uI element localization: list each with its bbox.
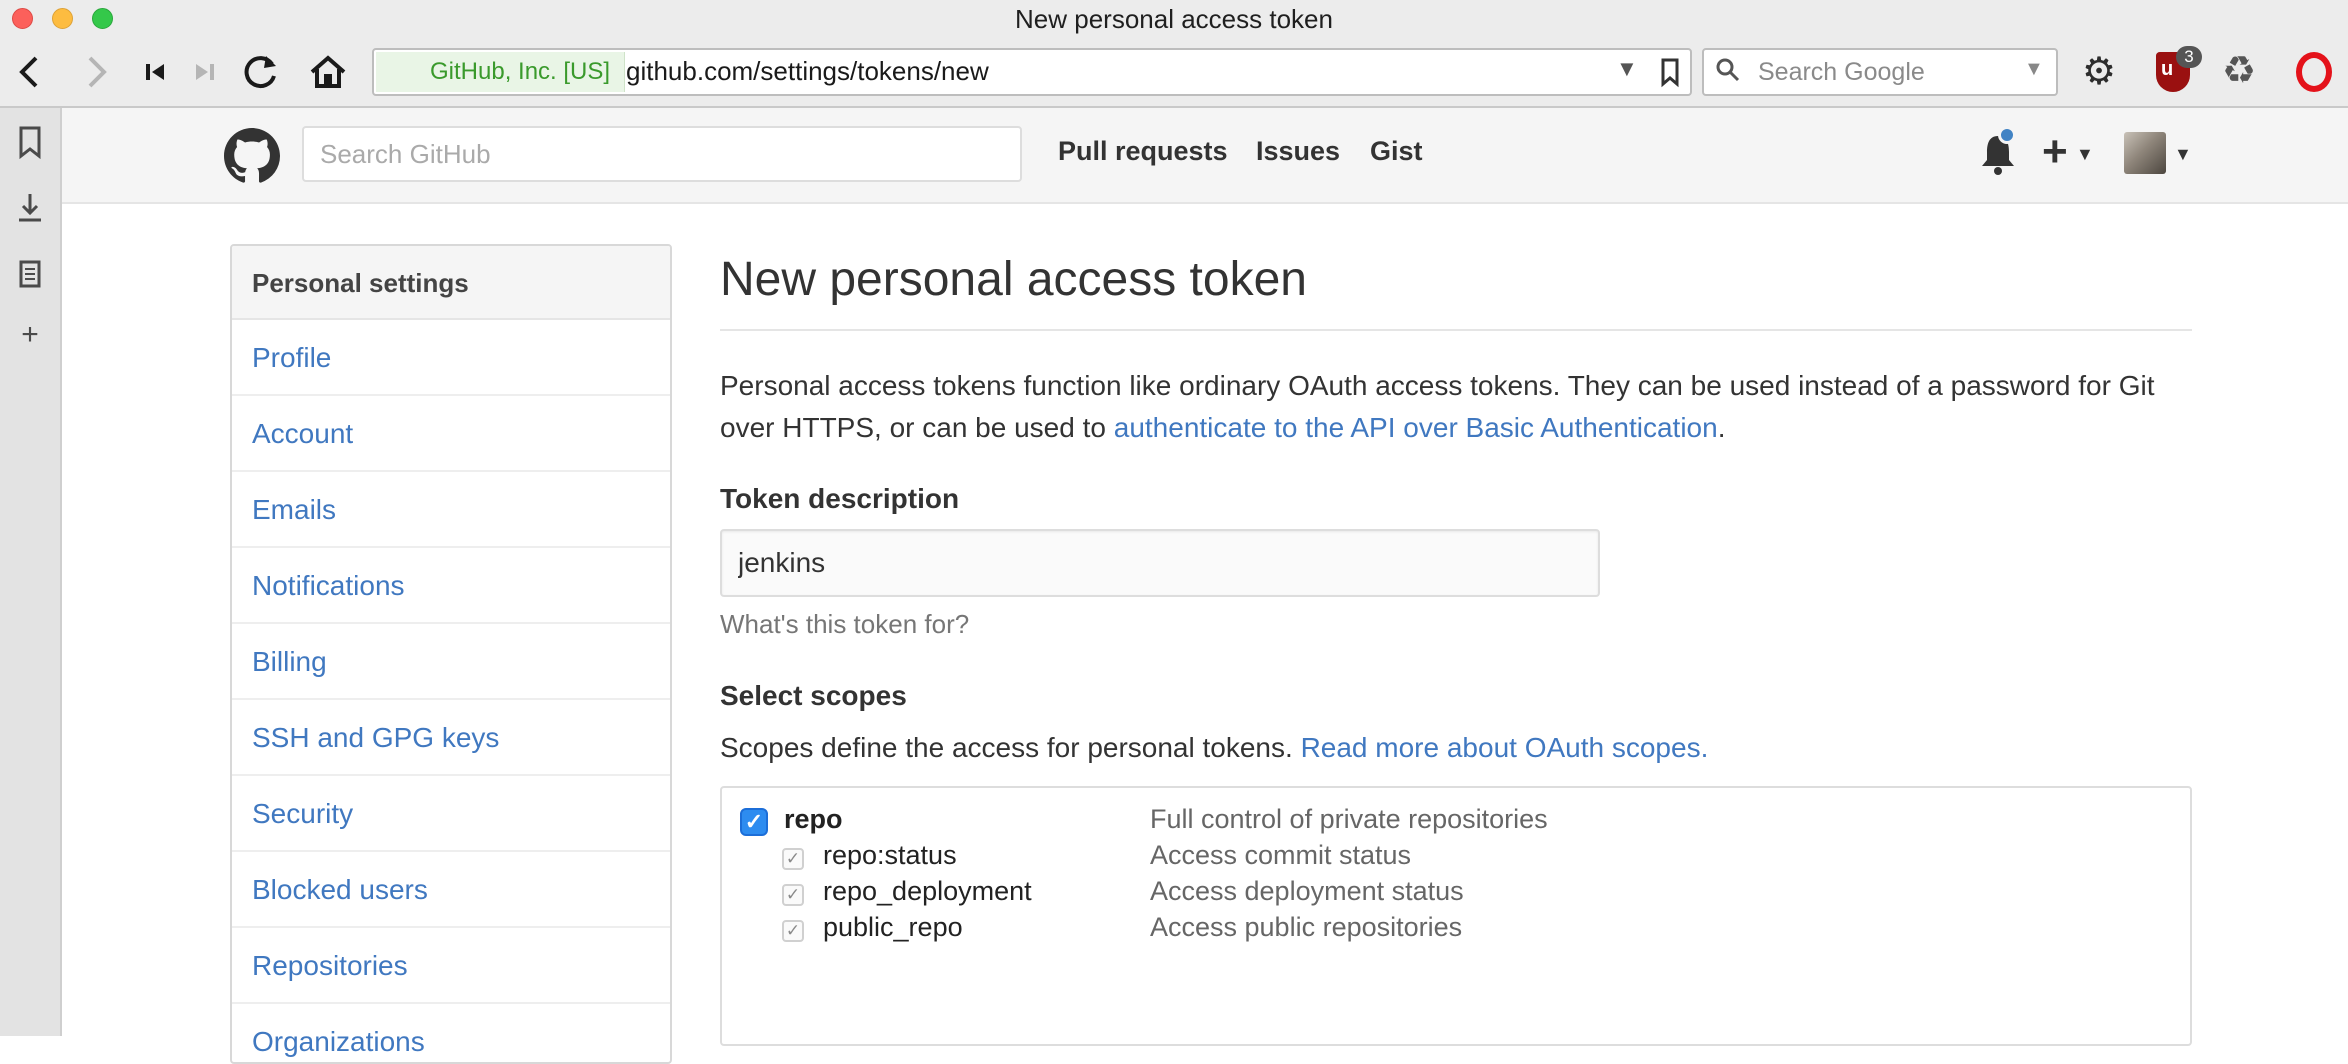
- menu-item-blocked-users[interactable]: Blocked users: [232, 852, 670, 928]
- token-hint: What's this token for?: [720, 609, 970, 639]
- browser-search-bar[interactable]: ▼: [1702, 48, 2058, 96]
- chevron-down-icon[interactable]: ▼: [2174, 144, 2192, 165]
- plus-icon[interactable]: +: [2042, 124, 2068, 180]
- scope-row-public-repo: ✓ public_repo Access public repositories: [722, 910, 2190, 950]
- menu-item-account[interactable]: Account: [232, 396, 670, 472]
- github-header: Pull requests Issues Gist + ▼ ▼: [62, 108, 2348, 204]
- menu-item-repositories[interactable]: Repositories: [232, 928, 670, 1004]
- scope-name: repo:status: [823, 840, 957, 870]
- chevron-down-icon[interactable]: ▼: [2076, 144, 2094, 165]
- token-description-label: Token description: [720, 483, 960, 514]
- scope-row-repo-status: ✓ repo:status Access commit status: [722, 838, 2190, 878]
- menu-heading: Personal settings: [232, 246, 670, 320]
- menu-item-ssh-gpg-keys[interactable]: SSH and GPG keys: [232, 700, 670, 776]
- menu-item-emails[interactable]: Emails: [232, 472, 670, 548]
- gear-icon[interactable]: ⚙: [2082, 50, 2116, 94]
- avatar[interactable]: [2124, 132, 2166, 174]
- scopes-description: Scopes define the access for personal to…: [720, 732, 2192, 764]
- add-panel-icon[interactable]: +: [0, 318, 60, 352]
- settings-menu: Personal settings Profile Account Emails…: [230, 244, 672, 1064]
- rewind-icon: [146, 64, 164, 80]
- window-title: New personal access token: [1015, 4, 1333, 34]
- github-logo-icon[interactable]: [224, 128, 280, 184]
- page-title: New personal access token: [720, 244, 2192, 331]
- menu-item-profile[interactable]: Profile: [232, 320, 670, 396]
- search-engine-dropdown-icon[interactable]: ▼: [2024, 58, 2044, 81]
- browser-side-panel: +: [0, 108, 62, 1036]
- home-icon: [310, 55, 346, 88]
- url-text[interactable]: github.com/settings/tokens/new: [626, 56, 989, 87]
- scope-description: Access public repositories: [1150, 912, 1463, 942]
- menu-item-organizations[interactable]: Organizations: [232, 1004, 670, 1062]
- menu-item-security[interactable]: Security: [232, 776, 670, 852]
- token-description-input[interactable]: [720, 529, 1600, 597]
- opera-icon[interactable]: [2296, 52, 2332, 92]
- window-titlebar: New personal access token: [0, 0, 2348, 36]
- browser-search-input[interactable]: [1756, 54, 2016, 90]
- browser-toolbar: GitHub, Inc. [US] github.com/settings/to…: [0, 36, 2348, 108]
- scope-name: repo_deployment: [823, 876, 1032, 906]
- fast-forward-icon: [196, 64, 214, 80]
- search-icon: [1714, 56, 1744, 93]
- bookmarks-panel-icon[interactable]: [0, 122, 60, 170]
- scope-checkbox-public-repo[interactable]: ✓: [782, 920, 804, 942]
- menu-item-billing[interactable]: Billing: [232, 624, 670, 700]
- nav-pull-requests[interactable]: Pull requests: [1058, 136, 1228, 167]
- reload-button[interactable]: [238, 50, 282, 94]
- scope-checkbox-repo-deployment[interactable]: ✓: [782, 884, 804, 906]
- scope-checkbox-repo[interactable]: ✓: [740, 808, 768, 836]
- scope-name: public_repo: [823, 912, 963, 942]
- oauth-scopes-link[interactable]: Read more about OAuth scopes.: [1301, 732, 1709, 763]
- scopes-text: Scopes define the access for personal to…: [720, 732, 1301, 763]
- downloads-panel-icon[interactable]: [0, 188, 60, 236]
- scope-checkbox-repo-status[interactable]: ✓: [782, 848, 804, 870]
- scope-list: ✓ repo Full control of private repositor…: [720, 786, 2192, 1046]
- notification-dot: [1998, 126, 2016, 144]
- url-dropdown-icon[interactable]: ▼: [1616, 56, 1638, 82]
- notes-panel-icon[interactable]: [0, 254, 60, 302]
- intro-end: .: [1717, 412, 1726, 443]
- home-button[interactable]: [306, 50, 350, 94]
- reload-icon: [244, 56, 276, 89]
- fast-forward-button[interactable]: [190, 50, 220, 94]
- nav-issues[interactable]: Issues: [1256, 136, 1340, 167]
- nav-gist[interactable]: Gist: [1370, 136, 1423, 167]
- scope-row-repo: ✓ repo Full control of private repositor…: [722, 802, 2190, 842]
- intro-paragraph: Personal access tokens function like ord…: [720, 365, 2192, 449]
- rewind-button[interactable]: [140, 50, 170, 94]
- menu-item-notifications[interactable]: Notifications: [232, 548, 670, 624]
- github-search-input[interactable]: [302, 126, 1022, 182]
- ublock-badge: 3: [2176, 46, 2202, 68]
- scope-description: Access deployment status: [1150, 876, 1464, 906]
- url-bar[interactable]: GitHub, Inc. [US] github.com/settings/to…: [372, 48, 1692, 96]
- main-content: New personal access token Personal acces…: [720, 244, 2192, 1046]
- site-identity[interactable]: GitHub, Inc. [US]: [376, 52, 626, 92]
- scope-description: Full control of private repositories: [1150, 804, 1548, 834]
- recycle-icon[interactable]: ♻: [2222, 48, 2256, 93]
- bookmark-icon[interactable]: [1658, 52, 1682, 100]
- scope-description: Access commit status: [1150, 840, 1412, 870]
- forward-button[interactable]: [78, 50, 114, 94]
- back-arrow-icon: [19, 56, 38, 88]
- scope-row-repo-deployment: ✓ repo_deployment Access deployment stat…: [722, 874, 2190, 914]
- forward-arrow-icon: [88, 56, 107, 88]
- select-scopes-label: Select scopes: [720, 680, 907, 711]
- back-button[interactable]: [12, 50, 48, 94]
- basic-auth-link[interactable]: authenticate to the API over Basic Authe…: [1114, 412, 1718, 443]
